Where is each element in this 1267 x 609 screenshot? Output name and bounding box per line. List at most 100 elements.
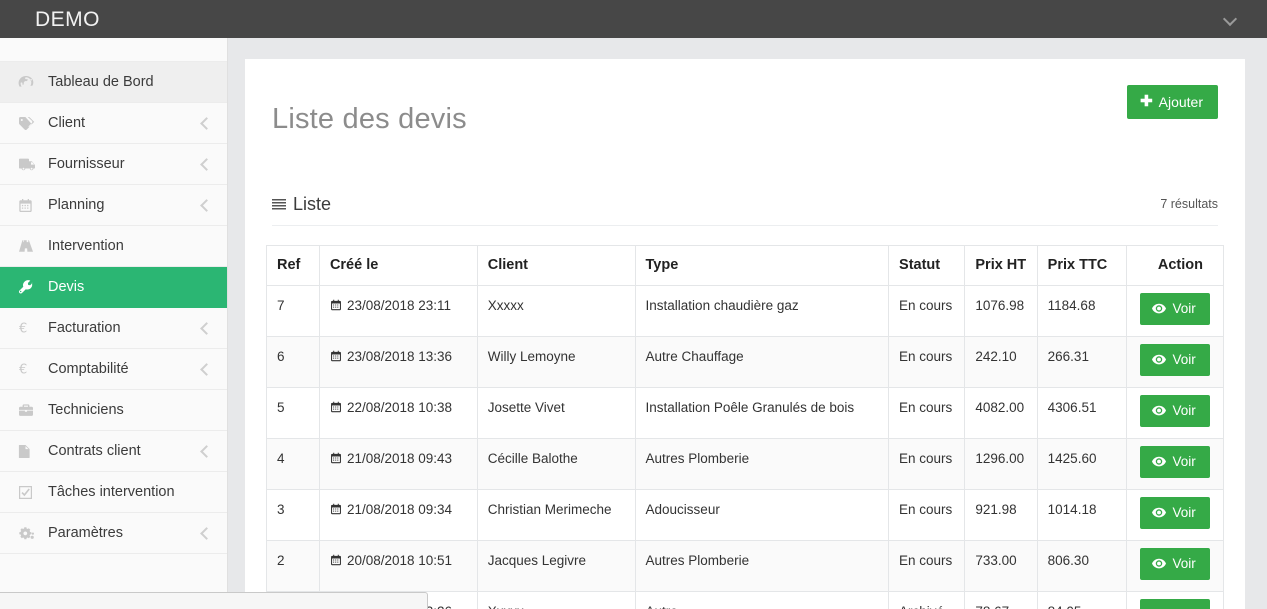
chevron-left-icon[interactable] <box>199 364 209 374</box>
chevron-left-icon[interactable] <box>199 323 209 333</box>
sidebar-item-facturation[interactable]: € Facturation <box>0 308 227 349</box>
sidebar-item-label: Contrats client <box>44 443 141 459</box>
cogs-icon <box>18 526 44 541</box>
table-wrapper: Ref Créé le Client Type Statut Prix HT P… <box>245 226 1245 609</box>
column-header-prix-ttc[interactable]: Prix TTC <box>1037 245 1127 285</box>
table-row: 220/08/2018 10:51Jacques LegivreAutres P… <box>267 540 1224 591</box>
sidebar-item-planning[interactable]: Planning <box>0 185 227 226</box>
sidebar-item-label: Devis <box>44 279 84 295</box>
cell-action: Voir <box>1127 591 1224 609</box>
cell-type: Installation chaudière gaz <box>635 285 889 336</box>
cell-type: Installation Poêle Granulés de bois <box>635 387 889 438</box>
cell-statut: En cours <box>889 489 965 540</box>
calendar-icon <box>330 554 342 569</box>
sidebar-item-client[interactable]: Client <box>0 103 227 144</box>
view-button[interactable]: Voir <box>1140 344 1209 377</box>
table-row: 623/08/2018 13:36Willy LemoyneAutre Chau… <box>267 336 1224 387</box>
cell-statut: En cours <box>889 336 965 387</box>
calendar-icon <box>330 401 342 416</box>
sidebar-item-techniciens[interactable]: Techniciens <box>0 390 227 431</box>
eye-icon <box>1152 558 1166 569</box>
header-user-menu[interactable] <box>1224 13 1267 26</box>
column-header-date[interactable]: Créé le <box>319 245 477 285</box>
cell-action: Voir <box>1127 387 1224 438</box>
view-button[interactable]: Voir <box>1140 548 1209 581</box>
column-header-prix-ht[interactable]: Prix HT <box>965 245 1037 285</box>
view-button-label: Voir <box>1172 302 1195 316</box>
sidebar-item-devis[interactable]: Devis <box>0 267 227 308</box>
page-title: Liste des devis <box>272 104 467 136</box>
sidebar-item-tableau-de-bord[interactable]: Tableau de Bord <box>0 62 227 103</box>
chevron-left-icon[interactable] <box>199 446 209 456</box>
eye-icon <box>1152 456 1166 467</box>
view-button[interactable]: Voir <box>1140 395 1209 428</box>
sidebar-item-comptabilite[interactable]: € Comptabilité <box>0 349 227 390</box>
view-button-label: Voir <box>1172 404 1195 418</box>
column-header-client[interactable]: Client <box>477 245 635 285</box>
eye-icon <box>1152 303 1166 314</box>
list-heading-label: Liste <box>293 194 331 215</box>
sidebar-item-label: Comptabilité <box>44 361 129 377</box>
cell-ref: 3 <box>267 489 320 540</box>
eye-icon <box>1152 507 1166 518</box>
view-button[interactable]: Voir <box>1140 599 1209 609</box>
cell-prix-ht: 4082.00 <box>965 387 1037 438</box>
cell-action: Voir <box>1127 540 1224 591</box>
column-header-action: Action <box>1127 245 1224 285</box>
cell-action: Voir <box>1127 285 1224 336</box>
sidebar-item-label: Client <box>44 115 85 131</box>
chevron-left-icon[interactable] <box>199 528 209 538</box>
add-button[interactable]: ✚ Ajouter <box>1127 85 1218 119</box>
view-button[interactable]: Voir <box>1140 446 1209 479</box>
cell-ref: 2 <box>267 540 320 591</box>
cell-prix-ttc: 1014.18 <box>1037 489 1127 540</box>
list-header: Liste 7 résultats <box>272 194 1218 226</box>
table-row: 321/08/2018 09:34Christian MerimecheAdou… <box>267 489 1224 540</box>
view-button-label: Voir <box>1172 557 1195 571</box>
sidebar-item-fournisseur[interactable]: Fournisseur <box>0 144 227 185</box>
chevron-down-icon[interactable] <box>1224 13 1237 26</box>
column-header-ref[interactable]: Ref <box>267 245 320 285</box>
calendar-icon <box>330 350 342 365</box>
calendar-icon <box>330 452 342 467</box>
sidebar-item-parametres[interactable]: Paramètres <box>0 513 227 554</box>
cell-statut: En cours <box>889 540 965 591</box>
sidebar-item-taches-intervention[interactable]: Tâches intervention <box>0 472 227 513</box>
table-row: 723/08/2018 23:11XxxxxInstallation chaud… <box>267 285 1224 336</box>
cell-type: Autre <box>635 591 889 609</box>
table-head: Ref Créé le Client Type Statut Prix HT P… <box>267 245 1224 285</box>
cell-prix-ttc: 1425.60 <box>1037 438 1127 489</box>
chevron-left-icon[interactable] <box>199 118 209 128</box>
table-row: 421/08/2018 09:43Cécille BalotheAutres P… <box>267 438 1224 489</box>
cell-type: Autres Plomberie <box>635 540 889 591</box>
eye-icon <box>1152 354 1166 365</box>
view-button[interactable]: Voir <box>1140 497 1209 530</box>
cell-prix-ht: 1296.00 <box>965 438 1037 489</box>
column-header-type[interactable]: Type <box>635 245 889 285</box>
cell-action: Voir <box>1127 438 1224 489</box>
sidebar-item-label: Fournisseur <box>44 156 125 172</box>
cell-client: Christian Merimeche <box>477 489 635 540</box>
cell-client: Willy Lemoyne <box>477 336 635 387</box>
chevron-left-icon[interactable] <box>199 200 209 210</box>
cell-action: Voir <box>1127 489 1224 540</box>
cell-action: Voir <box>1127 336 1224 387</box>
cell-type: Autres Plomberie <box>635 438 889 489</box>
cell-ref: 5 <box>267 387 320 438</box>
table-row: 522/08/2018 10:38Josette VivetInstallati… <box>267 387 1224 438</box>
cell-prix-ht: 1076.98 <box>965 285 1037 336</box>
tachometer-icon <box>18 75 44 89</box>
column-header-statut[interactable]: Statut <box>889 245 965 285</box>
list-heading: Liste <box>272 194 331 215</box>
sidebar-item-contrats-client[interactable]: Contrats client <box>0 431 227 472</box>
briefcase-icon <box>18 403 44 417</box>
top-header-bar: DEMO <box>0 0 1267 38</box>
cell-date: 22/08/2018 10:38 <box>319 387 477 438</box>
sidebar-item-label: Techniciens <box>44 402 124 418</box>
sidebar-item-intervention[interactable]: Intervention <box>0 226 227 267</box>
browser-status-bar <box>0 592 428 609</box>
view-button[interactable]: Voir <box>1140 293 1209 326</box>
view-button-label: Voir <box>1172 506 1195 520</box>
cell-prix-ttc: 84.05 <box>1037 591 1127 609</box>
chevron-left-icon[interactable] <box>199 159 209 169</box>
